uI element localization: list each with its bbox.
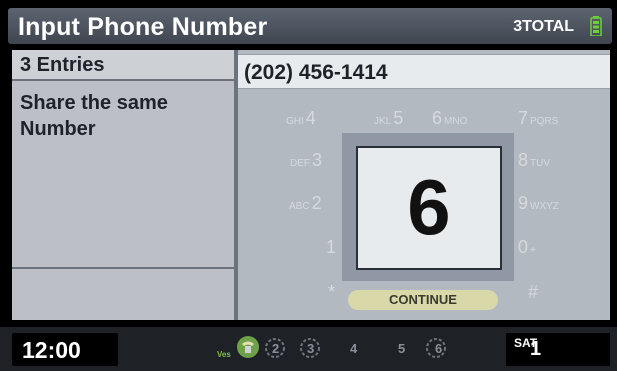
- key-4-digit: 4: [305, 108, 316, 128]
- key-hash[interactable]: #: [528, 282, 540, 303]
- key-3-digit: 3: [312, 150, 323, 170]
- key-9-letters: WXYZ: [530, 201, 559, 212]
- keypad-panel: (202) 456-1414 GHI 4 DEF 3 ABC 2 1 * JKL 5 6…: [238, 50, 610, 320]
- key-5[interactable]: JKL 5: [374, 108, 403, 129]
- key-1-digit: 1: [326, 237, 337, 257]
- key-7-digit: 7: [518, 108, 529, 128]
- infotainment-screen: Input Phone Number 3TOTAL 3 Entries Shar…: [0, 0, 617, 371]
- ves-label: Ves: [217, 350, 231, 359]
- day-number: 1: [530, 338, 542, 360]
- entries-panel: 3 Entries Share the same Number: [12, 50, 234, 320]
- key-6-letters: MNO: [444, 116, 468, 127]
- preset-2[interactable]: 2: [272, 341, 279, 356]
- key-8[interactable]: 8 TUV: [518, 150, 550, 171]
- key-3[interactable]: DEF 3: [290, 150, 322, 171]
- page-title: Input Phone Number: [18, 13, 268, 41]
- preset-4[interactable]: 4: [350, 341, 357, 356]
- day-box: SAT 1: [506, 333, 610, 366]
- key-9-digit: 9: [518, 193, 529, 213]
- key-star[interactable]: *: [326, 282, 335, 303]
- clock: 12:00: [22, 337, 81, 363]
- key-1[interactable]: 1: [324, 237, 336, 258]
- key-6-digit: 6: [432, 108, 443, 128]
- preset-3[interactable]: 3: [307, 341, 314, 356]
- key-3-letters: DEF: [290, 158, 310, 169]
- entries-label: 3 Entries: [20, 54, 105, 76]
- battery-icon: [590, 16, 602, 36]
- preset-5[interactable]: 5: [398, 341, 405, 356]
- key-7-letters: PQRS: [530, 116, 559, 127]
- selected-digit: 6: [407, 163, 451, 251]
- continue-button[interactable]: CONTINUE: [348, 290, 498, 310]
- total-label: TOTAL: [522, 18, 574, 35]
- phone-number-field[interactable]: (202) 456-1414: [238, 54, 610, 89]
- key-5-letters: JKL: [374, 116, 392, 127]
- preset-6[interactable]: 6: [435, 341, 442, 356]
- entries-row[interactable]: 3 Entries: [12, 50, 234, 81]
- key-5-digit: 5: [393, 108, 404, 128]
- key-2-letters: ABC: [289, 201, 310, 212]
- key-6[interactable]: 6 MNO: [432, 108, 467, 129]
- key-4[interactable]: GHI 4: [286, 108, 316, 129]
- header-bar: Input Phone Number 3TOTAL: [8, 8, 612, 44]
- key-hash-digit: #: [528, 282, 539, 302]
- total-indicator: 3TOTAL: [513, 18, 574, 36]
- key-2-digit: 2: [311, 193, 322, 213]
- key-star-digit: *: [328, 282, 336, 302]
- share-message: Share the same Number: [20, 92, 168, 140]
- key-9[interactable]: 9 WXYZ: [518, 193, 559, 214]
- selected-digit-box[interactable]: 6: [356, 146, 502, 270]
- total-count: 3: [513, 18, 523, 35]
- status-bar: 12:00 Ves 2 3 4 5 6 SAT 1: [0, 327, 617, 371]
- key-0[interactable]: 0 +: [518, 237, 536, 258]
- key-0-letters: +: [530, 245, 536, 256]
- key-4-letters: GHI: [286, 116, 304, 127]
- key-7[interactable]: 7 PQRS: [518, 108, 558, 129]
- key-8-digit: 8: [518, 150, 529, 170]
- phone-icon: [237, 336, 259, 358]
- phone-number-value: (202) 456-1414: [244, 61, 388, 84]
- key-2[interactable]: ABC 2: [289, 193, 322, 214]
- key-0-digit: 0: [518, 237, 529, 257]
- panel-divider: [12, 267, 234, 269]
- clock-box: 12:00: [12, 333, 118, 366]
- key-8-letters: TUV: [530, 158, 551, 169]
